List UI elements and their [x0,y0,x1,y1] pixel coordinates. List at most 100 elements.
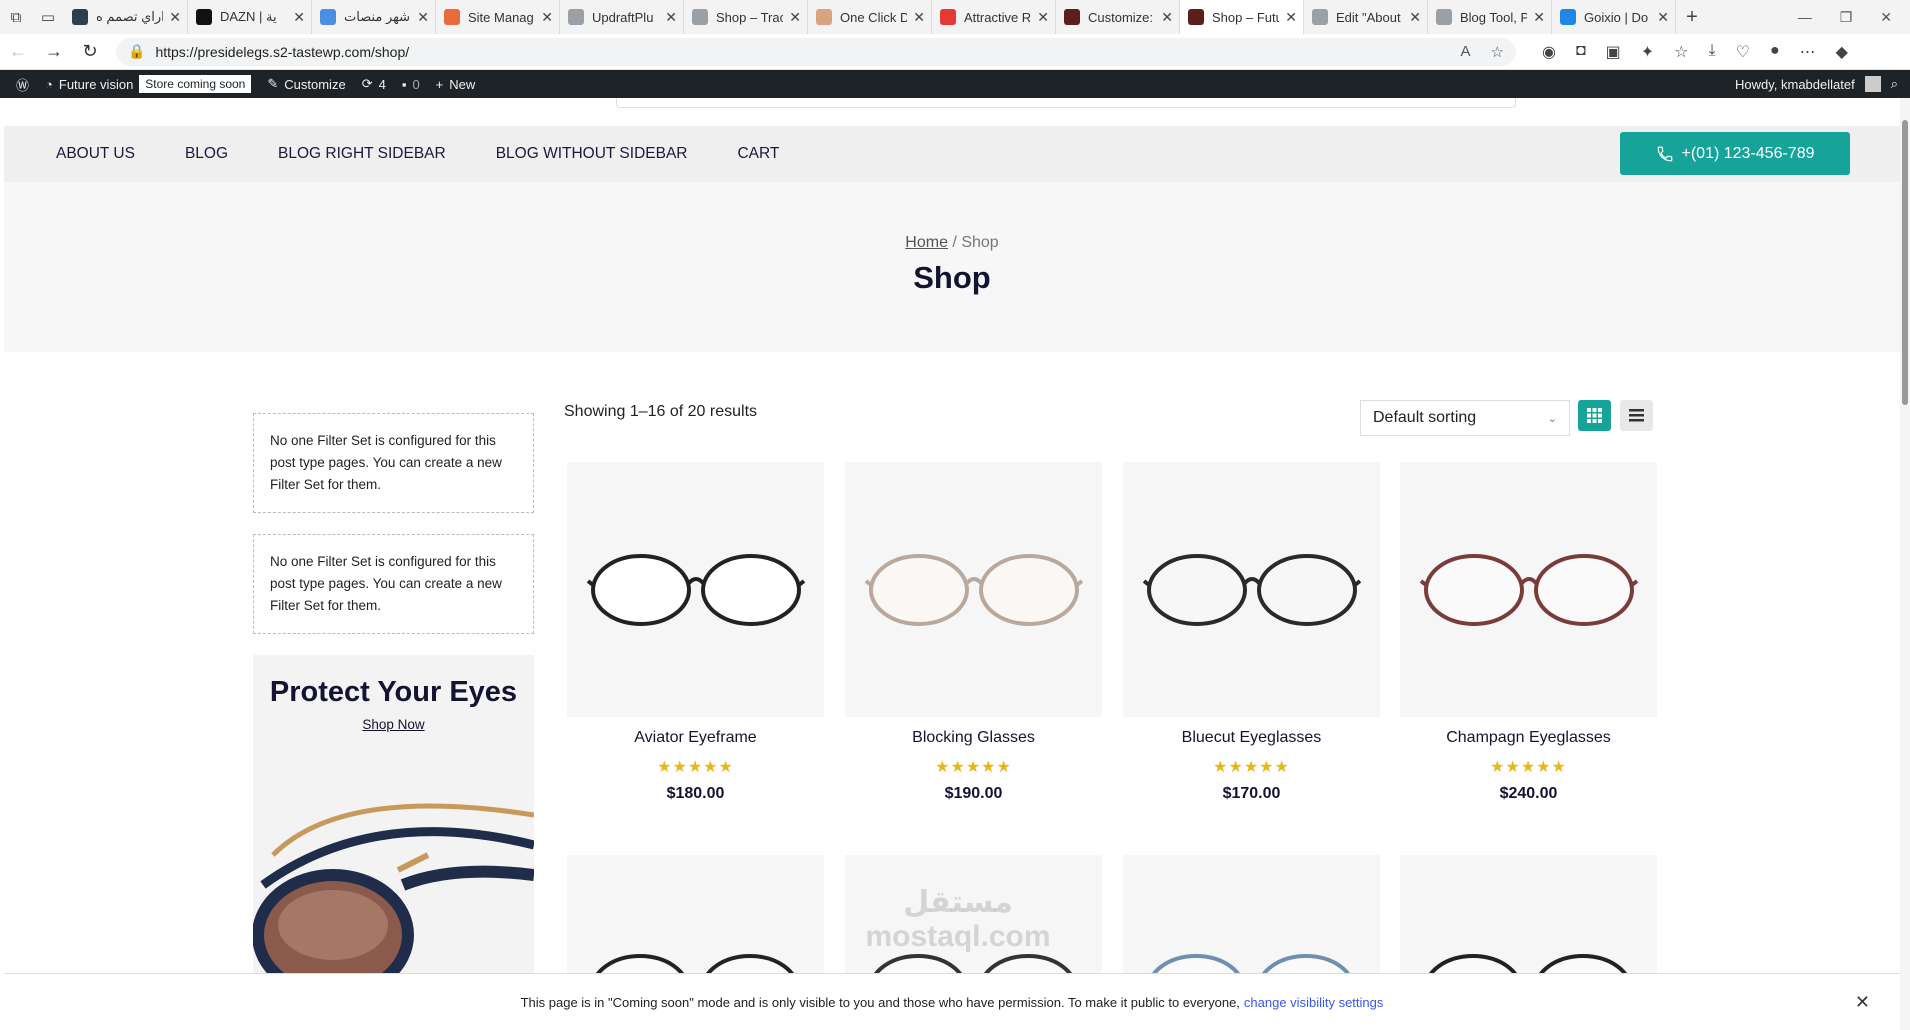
avatar[interactable] [1864,76,1881,92]
updates-link[interactable]: ⟳ 4 [362,76,386,92]
scrollbar-thumb[interactable] [1902,120,1908,405]
lock-icon[interactable]: 🔒 [128,43,145,60]
product-name[interactable]: Bluecut Eyeglasses [1123,729,1380,747]
admin-search-icon[interactable]: ⌕ [1891,76,1898,92]
comments-link[interactable]: ▪ 0 [402,77,420,92]
more-menu-icon[interactable]: ⋯ [1800,42,1816,62]
main-menu: About Us Blog Blog Right Sidebar Blog Witho… [56,126,779,182]
nav-item[interactable]: Cart [737,145,779,163]
customize-link[interactable]: ✎ Customize [267,76,345,92]
product-card[interactable]: Champagn Eyeglasses ★★★★★ $240.00 [1400,462,1657,803]
browser-tab[interactable]: Goixio | Do ✕ [1552,0,1676,34]
tab-title: Blog Tool, P [1460,9,1528,25]
nav-item[interactable]: About Us [56,145,135,163]
product-name[interactable]: Aviator Eyeframe [567,729,824,747]
nav-item[interactable]: Blog Without Sidebar [496,145,688,163]
browser-tab[interactable]: One Click D ✕ [808,0,932,34]
minimize-icon[interactable]: — [1798,9,1812,26]
browser-tab[interactable]: Site Manag ✕ [436,0,560,34]
workspaces-icon[interactable]: ⧉ [0,0,32,34]
promo-title: Protect Your Eyes [269,676,518,708]
tab-close-icon[interactable]: ✕ [1037,9,1049,26]
downloads-icon[interactable]: ⤓ [1709,42,1716,62]
tab-close-icon[interactable]: ✕ [1409,9,1421,26]
close-window-icon[interactable]: ✕ [1880,9,1892,26]
results-count: Showing 1–16 of 20 results [564,403,758,420]
new-content-link[interactable]: + New [436,77,476,92]
browser-tab[interactable]: Shop – Trac ✕ [684,0,808,34]
tab-close-icon[interactable]: ✕ [1533,9,1545,26]
tab-close-icon[interactable]: ✕ [1657,9,1669,26]
tab-close-icon[interactable]: ✕ [665,9,677,26]
browser-tab[interactable]: DAZN | ية ✕ [188,0,312,34]
tab-favicon-icon [1560,9,1576,25]
tab-close-icon[interactable]: ✕ [1161,9,1173,26]
product-card[interactable]: Blocking Glasses ★★★★★ $190.00 [845,462,1102,803]
product-image[interactable] [567,462,824,717]
phone-button[interactable]: +(01) 123-456-789 [1620,132,1850,175]
product-card[interactable]: Aviator Eyeframe ★★★★★ $180.00 [567,462,824,803]
tab-close-icon[interactable]: ✕ [169,9,181,26]
product-name[interactable]: Blocking Glasses [845,729,1102,747]
product-card[interactable] [1400,855,1657,985]
browser-tab[interactable]: اراي تصمم ه ✕ [64,0,188,34]
tab-actions-icon[interactable]: ▭ [32,0,64,34]
browser-tab[interactable]: Attractive R ✕ [932,0,1056,34]
scrollbar[interactable] [1900,98,1910,1030]
nav-item[interactable]: Blog Right Sidebar [278,145,446,163]
url-field[interactable]: 🔒 https://presidelegs.s2-tastewp.com/sho… [116,37,1516,66]
howdy-user[interactable]: Howdy, kmabdellatef [1735,77,1855,92]
breadcrumb-current: Shop [961,234,999,251]
copilot-icon[interactable]: ◆ [1836,42,1848,62]
product-card[interactable] [567,855,824,985]
rating-stars: ★★★★★ [1213,759,1290,776]
product-card[interactable]: Bluecut Eyeglasses ★★★★★ $170.00 [1123,462,1380,803]
new-tab-icon[interactable]: + [1676,0,1708,34]
restore-icon[interactable]: ❐ [1840,9,1853,26]
visibility-settings-link[interactable]: change visibility settings [1244,995,1383,1010]
forward-icon[interactable]: → [36,41,72,62]
store-status-badge[interactable]: Store coming soon [139,75,252,93]
nav-item[interactable]: Blog [185,145,228,163]
browser-tab[interactable]: Customize: ✕ [1056,0,1180,34]
product-image[interactable] [845,462,1102,717]
wordpress-logo-icon[interactable]: Ⓦ [16,75,29,94]
screenshot-icon[interactable]: ◘ [1576,42,1586,62]
tab-favicon-icon [1064,9,1080,25]
extensions-icon[interactable]: ✦ [1641,42,1654,62]
profile-icon[interactable]: ● [1770,42,1780,62]
tab-close-icon[interactable]: ✕ [293,9,305,26]
tab-close-icon[interactable]: ✕ [1285,9,1297,26]
shop-now-link[interactable]: Shop Now [362,717,424,732]
tab-close-icon[interactable]: ✕ [789,9,801,26]
favorites-icon[interactable]: ☆ [1674,42,1688,62]
browser-tab[interactable]: Blog Tool, P ✕ [1428,0,1552,34]
site-name-link[interactable]: ◔ Future vision [45,77,133,92]
product-image[interactable] [1123,462,1380,717]
tab-close-icon[interactable]: ✕ [541,9,553,26]
browser-tab[interactable]: اشهر منصات ✕ [312,0,436,34]
collections-icon[interactable]: ▣ [1606,42,1621,62]
close-icon[interactable]: ✕ [1855,992,1870,1013]
read-aloud-icon[interactable]: A [1461,43,1471,61]
product-name[interactable]: Champagn Eyeglasses [1400,729,1657,747]
phone-number: +(01) 123-456-789 [1681,144,1815,162]
extension-icon[interactable]: ◉ [1542,42,1556,62]
sort-select[interactable]: Default sorting ⌄ [1360,400,1570,436]
browser-tab[interactable]: UpdraftPlu ✕ [560,0,684,34]
back-icon[interactable]: ← [0,41,36,62]
tab-close-icon[interactable]: ✕ [417,9,429,26]
wp-admin-bar: Ⓦ ◔ Future vision Store coming soon ✎ Cu… [0,70,1910,98]
reload-icon[interactable]: ↻ [72,41,108,62]
breadcrumb-home-link[interactable]: Home [905,234,948,251]
health-icon[interactable]: ♡ [1736,42,1750,62]
tab-close-icon[interactable]: ✕ [913,9,925,26]
favorite-star-icon[interactable]: ☆ [1491,43,1504,61]
list-view-button[interactable] [1620,400,1653,431]
promo-banner: Protect Your Eyes Shop Now [253,655,534,975]
product-card[interactable] [1123,855,1380,985]
product-image[interactable] [1400,462,1657,717]
grid-view-button[interactable] [1578,400,1611,431]
browser-tab[interactable]: Shop – Futu ✕ [1180,0,1304,34]
browser-tab[interactable]: Edit "About ✕ [1304,0,1428,34]
